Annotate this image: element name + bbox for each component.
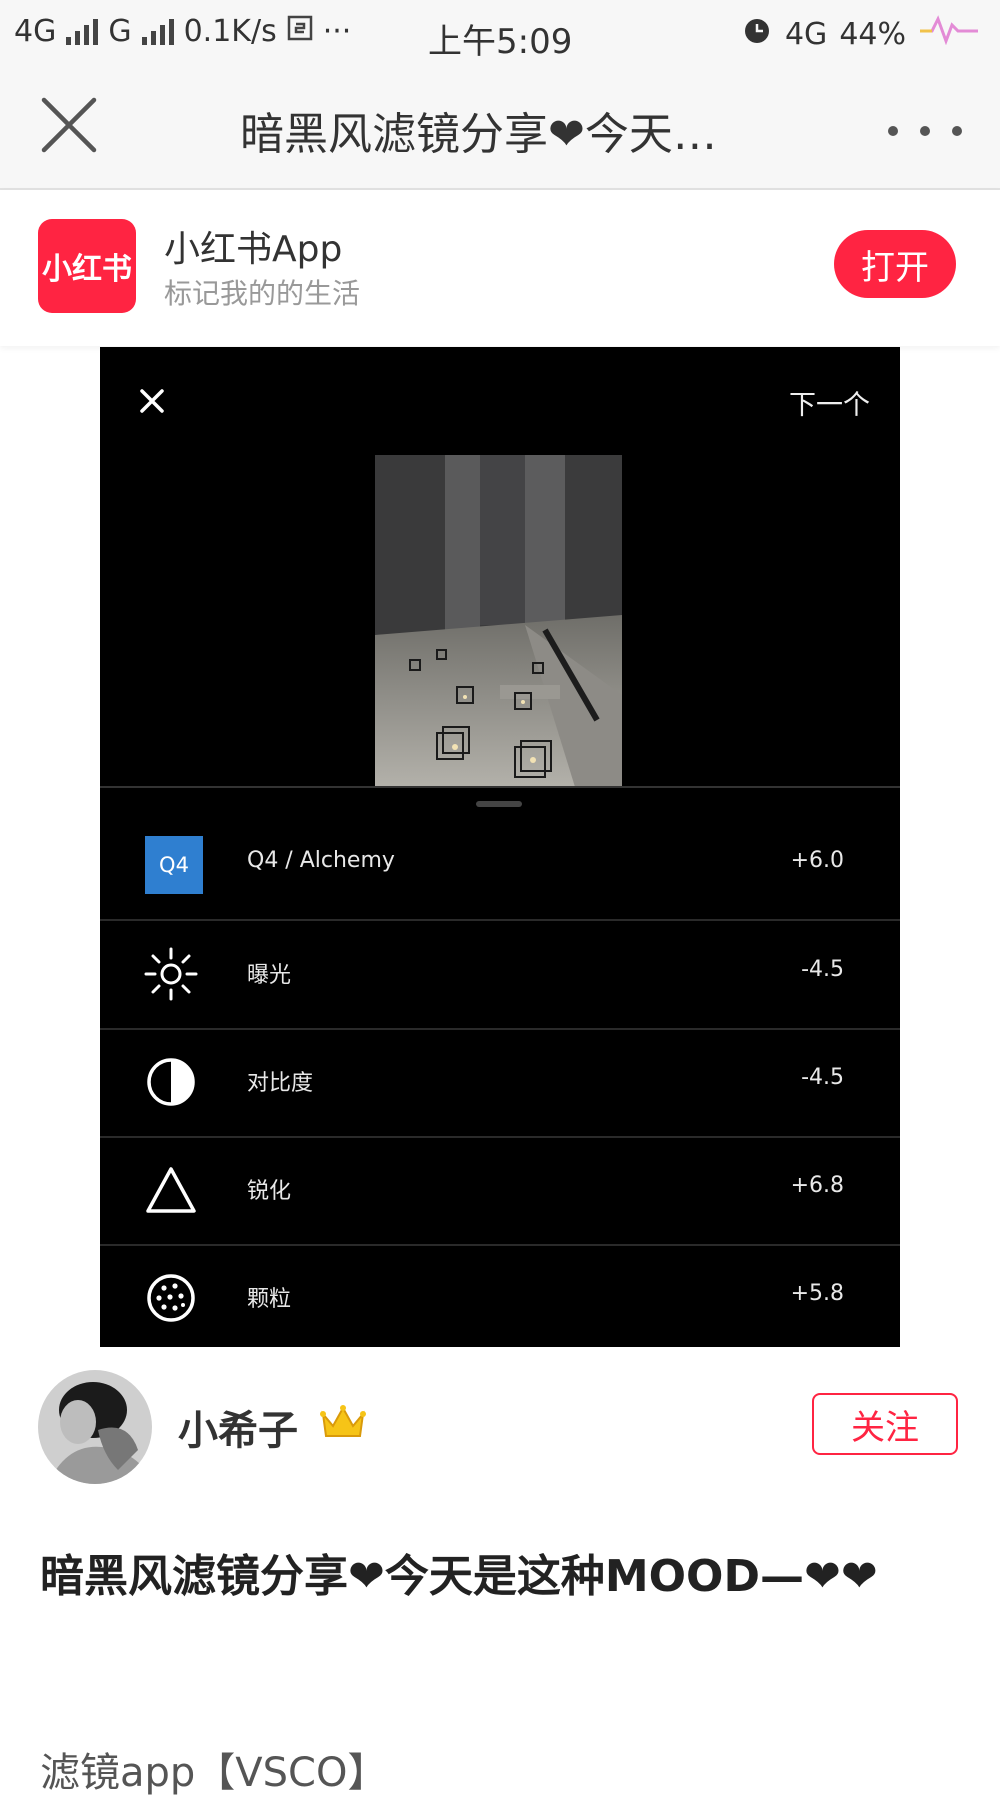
follow-button[interactable]: 关注: [812, 1393, 958, 1455]
filter-row-grain: 颗粒 +5.8: [100, 1245, 900, 1347]
filter-name: 颗粒: [247, 1287, 292, 1312]
author-name[interactable]: 小希子: [178, 1398, 298, 1456]
alarm-icon: [741, 14, 773, 54]
nav-title: 暗黑风滤镜分享❤今天是这种MOOD—❤❤: [240, 109, 760, 160]
data-saver-icon: [287, 14, 313, 49]
interior-photo: [375, 455, 622, 787]
filter-row-sharpen: 锐化 +6.8: [100, 1137, 900, 1246]
close-icon: [138, 387, 166, 415]
filter-name: Q4 / Alchemy: [247, 848, 395, 873]
activity-icon: [918, 15, 980, 53]
filter-row-contrast: 对比度 -4.5: [100, 1029, 900, 1138]
preset-badge: Q4: [145, 836, 203, 894]
filter-row-exposure: 曝光 -4.5: [100, 921, 900, 1030]
next-label: 下一个: [789, 390, 870, 421]
more-options-icon[interactable]: [888, 126, 962, 136]
more-status-icon: ···: [322, 14, 352, 49]
close-icon[interactable]: [38, 94, 100, 156]
post-image[interactable]: 下一个 Q4 Q4 / Alchemy +6.0 曝光 -4.5 对比度 -4.…: [100, 347, 900, 1347]
nav-bar: 暗黑风滤镜分享❤今天是这种MOOD—❤❤: [0, 70, 1000, 190]
filter-value: +6.8: [790, 1173, 844, 1198]
filter-name: 锐化: [247, 1179, 292, 1204]
post-title: 暗黑风滤镜分享❤今天是这种MOOD—❤❤: [40, 1551, 878, 1602]
signal-icon: [141, 18, 174, 45]
network-label-3: 4G: [784, 16, 828, 52]
triangle-icon: [146, 1167, 196, 1213]
filter-value: +6.0: [790, 848, 844, 873]
filter-row-preset: Q4 Q4 / Alchemy +6.0: [100, 812, 900, 921]
network-speed: 0.1K/s: [183, 14, 277, 49]
network-label-1: 4G: [14, 14, 57, 49]
app-name: 小红书App: [164, 229, 343, 270]
open-app-button[interactable]: 打开: [834, 230, 956, 298]
status-left: 4G G 0.1K/s ···: [14, 14, 351, 49]
filter-value: -4.5: [801, 957, 844, 982]
filter-name: 曝光: [247, 963, 292, 988]
status-bar: 4G G 0.1K/s ··· 上午5:09 4G 44%: [0, 0, 1000, 70]
app-slogan: 标记我的的生活: [164, 277, 361, 310]
app-logo: 小红书: [38, 219, 136, 313]
app-logo-text: 小红书: [42, 252, 132, 287]
filter-value: +5.8: [790, 1281, 844, 1306]
grain-icon: [147, 1274, 195, 1322]
filter-name: 对比度: [247, 1071, 314, 1096]
battery-level: 44%: [839, 16, 906, 52]
signal-icon: [66, 18, 99, 45]
post-body: 滤镜app【VSCO】: [40, 1750, 388, 1796]
crown-icon: [320, 1405, 366, 1437]
panel-divider: [100, 786, 900, 788]
app-download-banner: 小红书 小红书App 标记我的的生活 打开: [0, 190, 1000, 346]
author-avatar[interactable]: [38, 1370, 152, 1484]
contrast-icon: [147, 1058, 195, 1106]
sun-icon: [144, 947, 198, 1001]
status-right: 4G 44%: [741, 14, 980, 54]
filter-value: -4.5: [801, 1065, 844, 1090]
drag-handle: [476, 801, 522, 807]
network-label-2: G: [108, 14, 132, 49]
clock: 上午5:09: [428, 22, 573, 62]
